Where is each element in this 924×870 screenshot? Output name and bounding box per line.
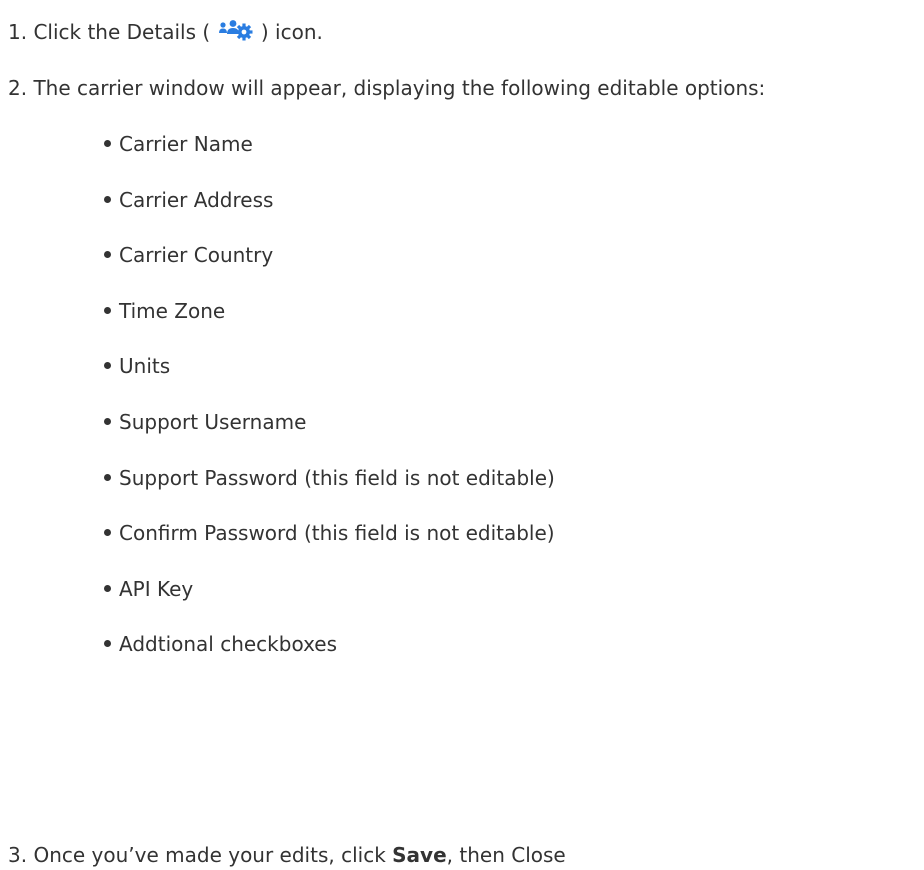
bullet	[104, 362, 111, 370]
list-item: Addtional checkboxes	[102, 630, 555, 658]
bullet	[104, 640, 111, 648]
step-2: 2. The carrier window will appear, displ…	[8, 74, 765, 102]
step-text-before: Click the Details (	[33, 20, 211, 44]
bullet	[104, 529, 111, 537]
step-number: 2.	[8, 76, 28, 100]
list-item-label: Support Password (this field is not edit…	[119, 465, 555, 490]
list-item-label: Support Username	[119, 409, 307, 434]
list-item-label: Carrier Address	[119, 187, 274, 212]
bullet	[104, 140, 111, 147]
list-item-label: Units	[119, 354, 171, 379]
list-item-label: Time Zone	[119, 298, 226, 323]
list-item-label: Carrier Name	[119, 132, 253, 156]
step-number: 3.	[8, 843, 28, 867]
list-item: Carrier Country	[102, 241, 555, 269]
bullet	[104, 251, 111, 259]
step-3: 3. Once you’ve made your edits, click Sa…	[8, 841, 566, 869]
list-item: Support Username	[102, 408, 555, 436]
list-item: Confirm Password (this field is not edit…	[102, 519, 555, 547]
step-text-after: ) icon.	[260, 20, 323, 44]
list-item: Carrier Name	[102, 130, 555, 158]
list-item: API Key	[102, 575, 555, 603]
list-item-label: Confirm Password (this field is not edit…	[119, 521, 555, 546]
list-item-label: API Key	[119, 576, 194, 601]
bullet	[104, 306, 111, 314]
list-item: Carrier Address	[102, 186, 555, 214]
save-emphasis: Save	[392, 843, 447, 867]
list-item: Units	[102, 352, 555, 380]
list-item: Support Password (this field is not edit…	[102, 464, 555, 492]
users-gear-icon	[218, 20, 253, 41]
step-1: 1. Click the Details ( ) icon.	[8, 18, 323, 46]
list-item: Time Zone	[102, 297, 555, 325]
step-text-after: , then Close	[446, 843, 566, 867]
list-item-label: Addtional checkboxes	[119, 632, 338, 657]
bullet	[104, 473, 111, 481]
step-number: 1.	[8, 20, 28, 44]
bullet	[104, 584, 111, 592]
editable-options-list: Carrier Name Carrier Address Carrier Cou…	[102, 130, 555, 686]
bullet	[104, 195, 111, 203]
step-text-before: Once you’ve made your edits, click	[33, 843, 386, 867]
bullet	[104, 417, 111, 425]
list-item-label: Carrier Country	[119, 243, 274, 268]
step-text: The carrier window will appear, displayi…	[33, 76, 766, 100]
